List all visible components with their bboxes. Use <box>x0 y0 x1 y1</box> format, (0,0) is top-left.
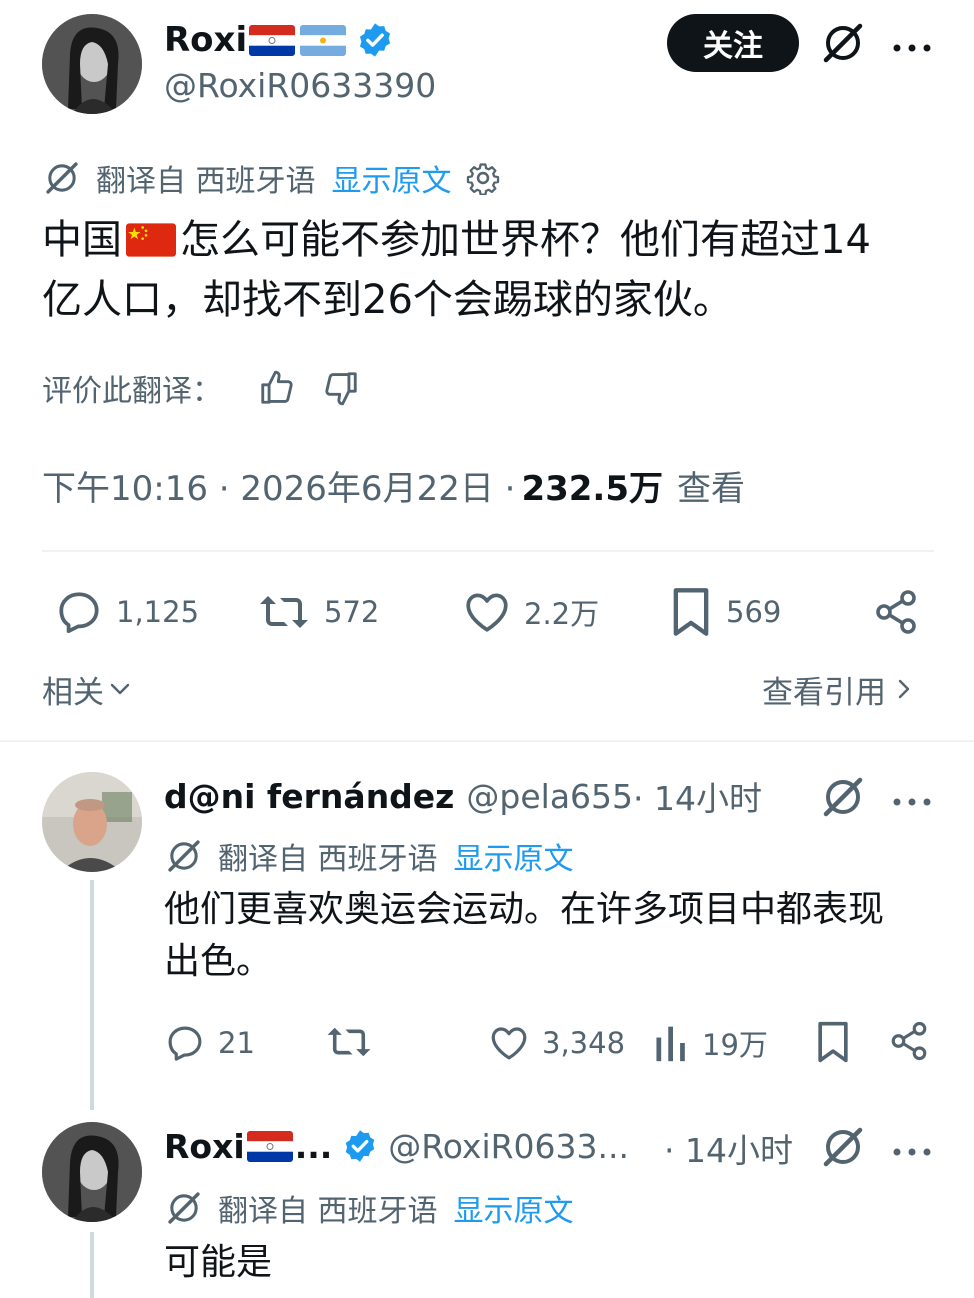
reply1-reply-button[interactable]: 21 <box>164 1020 255 1066</box>
like-icon <box>466 593 508 632</box>
reply2-text: 可能是 <box>164 1242 273 1283</box>
retweet-count: 572 <box>324 595 380 629</box>
grok-icon[interactable] <box>820 20 866 70</box>
thread-line <box>90 1232 94 1298</box>
author-avatar[interactable] <box>42 14 142 114</box>
reply2-avatar[interactable] <box>42 1122 142 1222</box>
reply1-like-button[interactable]: 3,348 <box>488 1020 625 1066</box>
translate-icon <box>42 158 82 198</box>
like-button[interactable]: 2.2万 <box>462 586 599 638</box>
author-name[interactable]: Roxi <box>164 20 247 60</box>
show-original-link[interactable]: 显示原文 <box>332 156 452 200</box>
retweet-button[interactable]: 572 <box>256 586 379 638</box>
reply1-show-original-link[interactable]: 显示原文 <box>454 834 574 878</box>
reply1-author-name[interactable]: d@ni fernández <box>164 777 454 816</box>
share-icon[interactable] <box>888 1020 930 1066</box>
verified-badge-icon <box>356 21 394 59</box>
reply1-text-line1: 他们更喜欢奥运会运动。在许多项目中都表现 <box>164 889 885 930</box>
retweet-icon[interactable] <box>324 1020 374 1068</box>
views-count: 232.5万 <box>521 468 663 509</box>
china-flag-icon <box>126 223 176 257</box>
thumbs-down-icon[interactable] <box>322 369 360 407</box>
paraguay-flag-icon <box>249 24 296 56</box>
reply1-translated-from: 翻译自 西班牙语 <box>218 842 438 877</box>
reply2-translated-from: 翻译自 西班牙语 <box>218 1194 438 1229</box>
bookmark-icon <box>673 588 709 636</box>
like-count: 2.2万 <box>524 597 600 631</box>
follow-button[interactable]: 关注 <box>667 14 799 72</box>
reply2-handle[interactable]: @RoxiR0633... <box>388 1127 629 1166</box>
retweet-icon <box>260 596 308 628</box>
reply1-text-line2: 出色。 <box>164 941 273 982</box>
author-handle[interactable]: @RoxiR0633390 <box>164 66 436 105</box>
more-icon[interactable] <box>892 38 932 57</box>
grok-icon[interactable] <box>820 774 866 824</box>
reply1-avatar[interactable] <box>42 772 142 872</box>
tweet-text: 中国 怎么可能不参加世界杯？他们有超过14 亿人口，却找不到26个会踢球的家伙。 <box>42 210 942 330</box>
reply-icon <box>59 592 99 634</box>
translated-from-label: 翻译自 西班牙语 <box>96 164 316 199</box>
tweet-text-line1-a: 中国 <box>42 217 122 263</box>
reply2-time[interactable]: · 14小时 <box>664 1124 793 1172</box>
reply1-views-button[interactable]: 19万 <box>652 1020 768 1066</box>
translate-icon <box>164 1188 204 1228</box>
related-toggle[interactable]: 相关 <box>42 666 132 712</box>
reply-icon <box>168 1026 202 1061</box>
reply2-author-name[interactable]: Roxi <box>164 1127 245 1166</box>
reply2-name-ellipsis: ... <box>294 1126 333 1166</box>
bookmark-count: 569 <box>726 595 782 629</box>
reply1-reply-count: 21 <box>218 1026 255 1060</box>
view-quotes-label: 查看引用 <box>762 674 886 711</box>
reply1-views-count: 19万 <box>702 1028 768 1062</box>
chevron-down-icon <box>110 683 130 695</box>
reply-count: 1,125 <box>116 595 200 629</box>
reply1-text: 他们更喜欢奥运会运动。在许多项目中都表现 出色。 <box>164 884 944 988</box>
chevron-right-icon <box>898 679 910 699</box>
translate-icon <box>164 836 204 876</box>
more-icon[interactable] <box>892 792 932 811</box>
gear-icon[interactable] <box>466 161 500 195</box>
like-icon <box>491 1027 527 1060</box>
section-divider <box>0 740 974 742</box>
more-icon[interactable] <box>892 1142 932 1161</box>
views-icon <box>656 1026 685 1062</box>
related-label: 相关 <box>42 674 104 711</box>
divider <box>42 550 934 552</box>
reply1-handle[interactable]: @pela655 <box>466 777 633 816</box>
argentina-flag-icon <box>300 24 347 56</box>
view-quotes-link[interactable]: 查看引用 <box>762 666 916 712</box>
views-label: 查看 <box>677 468 745 509</box>
share-icon[interactable] <box>872 588 920 640</box>
verified-badge-icon <box>342 1128 378 1164</box>
thumbs-up-icon[interactable] <box>258 369 296 407</box>
reply1-like-count: 3,348 <box>542 1026 626 1060</box>
tweet-text-line1-b: 怎么可能不参加世界杯？他们有超过14 <box>180 217 871 263</box>
thread-line <box>90 880 94 1110</box>
grok-icon[interactable] <box>820 1124 866 1174</box>
rate-translation-label: 评价此翻译： <box>42 374 222 409</box>
reply2-show-original-link[interactable]: 显示原文 <box>454 1186 574 1230</box>
tweet-text-line2: 亿人口，却找不到26个会踢球的家伙。 <box>42 277 733 323</box>
follow-button-label: 关注 <box>703 29 763 64</box>
reply1-time[interactable]: · 14小时 <box>633 772 762 820</box>
bookmark-button[interactable]: 569 <box>668 586 781 638</box>
bookmark-icon[interactable] <box>814 1020 852 1068</box>
paraguay-flag-icon <box>246 1130 293 1162</box>
tweet-timestamp[interactable]: 下午10:16 · 2026年6月22日 · <box>42 461 515 510</box>
reply-button[interactable]: 1,125 <box>54 586 199 638</box>
